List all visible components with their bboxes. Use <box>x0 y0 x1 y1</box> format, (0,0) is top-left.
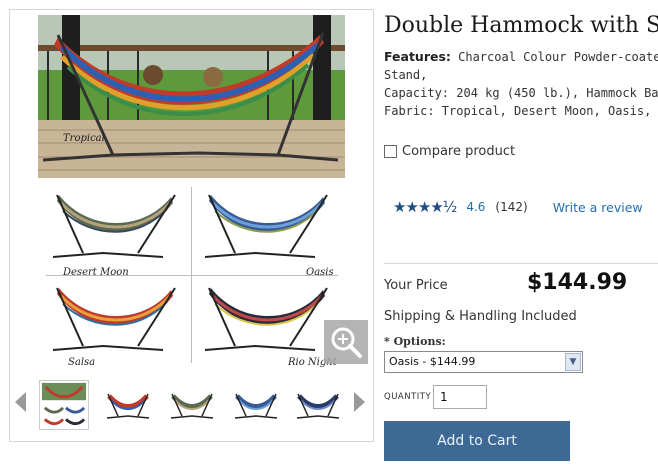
features-line: Capacity: 204 kg (450 lb.), Hammock Bag … <box>384 86 658 100</box>
selected-option: Oasis - $144.99 <box>389 355 476 368</box>
product-gallery: Tropical Desert Moon Oasis Salsa Rio Nig… <box>9 9 374 442</box>
main-product-image[interactable]: Tropical Desert Moon Oasis Salsa Rio Nig… <box>38 15 345 368</box>
magnifier-icon <box>331 327 362 358</box>
next-arrow-icon[interactable] <box>354 392 365 412</box>
thumbnail-oasis[interactable] <box>231 380 281 430</box>
review-count: (142) <box>495 200 528 214</box>
thumbnail-tropical[interactable] <box>103 380 153 430</box>
features-line: Fabric: Tropical, Desert Moon, Oasis, Ri… <box>384 104 658 118</box>
features-line: Stand, <box>384 68 428 82</box>
caption-tropical: Tropical <box>63 133 105 144</box>
rating-value[interactable]: 4.6 <box>466 200 485 214</box>
zoom-button[interactable] <box>324 320 368 364</box>
compare-label: Compare product <box>402 144 516 159</box>
hammock-salsa <box>52 287 176 351</box>
quantity-input[interactable]: 1 <box>433 385 487 409</box>
thumbnail-strip <box>10 374 373 436</box>
hammock-desert-moon <box>52 194 176 258</box>
options-select[interactable]: Oasis - $144.99 ▼ <box>384 351 583 373</box>
star-rating-icon[interactable]: ★★★★½ <box>393 198 457 216</box>
compare-product[interactable]: Compare product <box>384 144 515 159</box>
thumbnail-rio-night[interactable] <box>293 380 343 430</box>
shipping-info: Shipping & Handling Included <box>384 309 577 324</box>
hammock-oasis <box>204 194 328 258</box>
product-title: Double Hammock with St <box>384 13 658 38</box>
price-value: $144.99 <box>527 270 628 295</box>
prev-arrow-icon[interactable] <box>15 392 26 412</box>
compare-checkbox[interactable] <box>384 145 397 158</box>
hammock-rio-night <box>204 287 328 351</box>
write-review-link[interactable]: Write a review <box>553 200 643 215</box>
caption-oasis: Oasis <box>306 267 334 278</box>
thumbnail-overview[interactable] <box>39 380 89 430</box>
add-to-cart-button[interactable]: Add to Cart <box>384 421 570 461</box>
price-label: Your Price <box>384 278 448 293</box>
quantity-label: QUANTITY <box>384 392 432 402</box>
divider <box>384 263 658 264</box>
options-label: * Options: <box>384 335 446 348</box>
hero-photo <box>38 15 345 178</box>
product-features: Features: Charcoal Colour Powder-coated … <box>384 48 658 120</box>
chevron-down-icon[interactable]: ▼ <box>565 353 581 371</box>
caption-salsa: Salsa <box>68 357 96 368</box>
rating-summary: ★★★★½ 4.6 (142) Write a review <box>393 198 643 216</box>
features-line: Charcoal Colour Powder-coated S <box>458 50 658 64</box>
features-label: Features: <box>384 49 451 64</box>
thumbnail-desert-moon[interactable] <box>167 380 217 430</box>
caption-desert-moon: Desert Moon <box>63 267 129 278</box>
